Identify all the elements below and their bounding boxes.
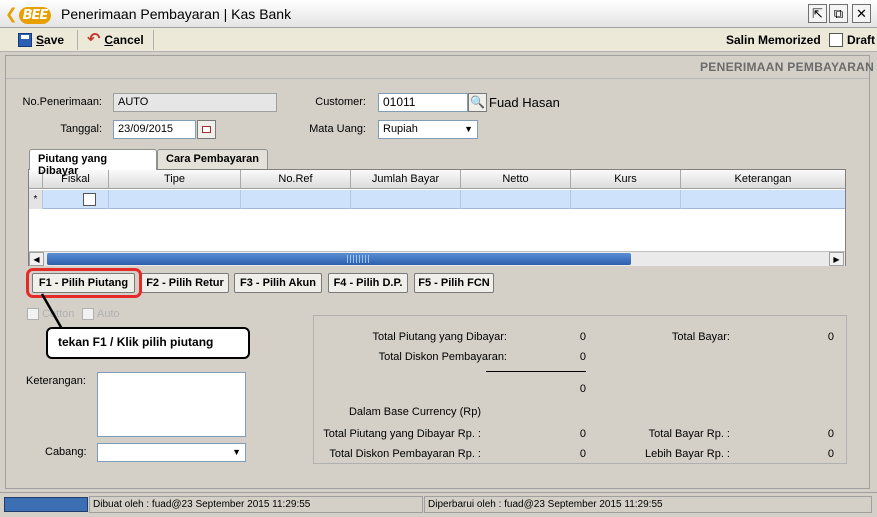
draft-label: Draft	[847, 33, 876, 47]
dibuat-oleh-status: Dibuat oleh : fuad@23 September 2015 11:…	[89, 496, 423, 513]
section-title: PENERIMAAN PEMBAYARAN	[700, 60, 875, 74]
chevron-down-icon: ▼	[232, 447, 241, 457]
subtotal-value: 0	[579, 383, 586, 395]
column-header-keterangan[interactable]: Keterangan	[681, 170, 845, 189]
floppy-disk-icon	[18, 33, 32, 47]
chevron-down-icon: ▼	[464, 124, 473, 134]
scrollbar-thumb[interactable]	[47, 253, 631, 265]
fiskal-checkbox[interactable]	[83, 193, 96, 206]
scroll-left-icon[interactable]: ◀	[29, 252, 44, 266]
cabang-select[interactable]: ▼	[97, 443, 246, 462]
save-button[interactable]: Save	[18, 31, 64, 49]
fiskal-cell[interactable]	[43, 190, 109, 209]
total-bayar-rp-value: 0	[827, 428, 834, 440]
bee-logo: ❮ BEE	[5, 5, 55, 24]
row-marker: *	[29, 190, 43, 209]
column-header-tipe[interactable]: Tipe	[109, 170, 241, 189]
pilih-akun-button[interactable]: F3 - Pilih Akun	[234, 273, 322, 293]
column-header-kurs[interactable]: Kurs	[571, 170, 681, 189]
total-bayar-value: 0	[827, 331, 834, 343]
column-header-jumlah-bayar[interactable]: Jumlah Bayar	[351, 170, 461, 189]
cancel-button[interactable]: ↶ Cancel	[87, 31, 144, 49]
pilih-dp-button[interactable]: F4 - Pilih D.P.	[328, 273, 408, 293]
lebih-bayar-rp-label: Lebih Bayar Rp. :	[645, 448, 730, 460]
total-diskon-value: 0	[579, 351, 586, 363]
window-title: Penerimaan Pembayaran | Kas Bank	[61, 6, 292, 22]
keterangan-cell[interactable]	[681, 190, 845, 209]
column-header-netto[interactable]: Netto	[461, 170, 571, 189]
draft-checkbox[interactable]: Draft	[829, 31, 875, 49]
pilih-retur-button[interactable]: F2 - Pilih Retur	[141, 273, 229, 293]
tab-cara-pembayaran[interactable]: Cara Pembayaran	[157, 149, 268, 169]
total-piutang-rp-label: Total Piutang yang Dibayar Rp. :	[323, 428, 481, 440]
status-bar: Dibuat oleh : fuad@23 September 2015 11:…	[0, 492, 877, 517]
netto-cell[interactable]	[461, 190, 571, 209]
draft-checkbox-box[interactable]	[829, 33, 843, 47]
total-piutang-label: Total Piutang yang Dibayar:	[372, 331, 507, 343]
tanggal-field[interactable]: 23/09/2015	[113, 120, 196, 139]
undo-arrow-icon: ↶	[87, 31, 101, 48]
title-bar: ❮ BEE Penerimaan Pembayaran | Kas Bank ⇱ …	[0, 0, 877, 28]
no-penerimaan-label: No.Penerimaan:	[22, 96, 103, 108]
status-indicator	[4, 497, 88, 512]
keterangan-label: Keterangan:	[26, 375, 86, 387]
horizontal-scrollbar[interactable]: ◀ ▶	[29, 251, 845, 266]
search-icon[interactable]: 🔍	[468, 93, 487, 112]
kurs-cell[interactable]	[571, 190, 681, 209]
jumlah-bayar-cell[interactable]	[351, 190, 461, 209]
salin-memorized-button[interactable]: Salin Memorized	[726, 31, 821, 49]
keterangan-textarea[interactable]	[97, 372, 246, 437]
no-ref-cell[interactable]	[241, 190, 351, 209]
mata-uang-select[interactable]: Rupiah ▼	[378, 120, 478, 139]
customer-name: Fuad Hasan	[489, 95, 560, 110]
pilih-fcn-button[interactable]: F5 - Pilih FCN	[414, 273, 494, 293]
toolbar: Save ↶ Cancel Salin Memorized Draft	[0, 28, 877, 52]
cabang-label: Cabang:	[45, 446, 87, 458]
diperbarui-oleh-status: Diperbarui oleh : fuad@23 September 2015…	[424, 496, 872, 513]
callout-annotation: tekan F1 / Klik pilih piutang	[46, 327, 250, 359]
column-header-no-ref[interactable]: No.Ref	[241, 170, 351, 189]
header-divider	[6, 78, 869, 79]
customer-label: Customer:	[315, 96, 366, 108]
toolbar-divider	[77, 30, 78, 50]
calendar-icon[interactable]	[197, 120, 216, 139]
total-diskon-rp-value: 0	[579, 448, 586, 460]
auto-checkbox[interactable]: Auto	[82, 308, 120, 320]
total-diskon-rp-label: Total Diskon Pembayaran Rp. :	[329, 448, 481, 460]
piutang-grid: Fiskal Tipe No.Ref Jumlah Bayar Netto Ku…	[28, 169, 846, 266]
table-row[interactable]: *	[29, 190, 845, 209]
no-penerimaan-field: AUTO	[113, 93, 277, 112]
close-icon[interactable]: ✕	[852, 4, 871, 23]
restore-icon[interactable]: ⇱	[808, 4, 827, 23]
total-piutang-rp-value: 0	[579, 428, 586, 440]
total-bayar-rp-label: Total Bayar Rp. :	[648, 428, 730, 440]
tipe-cell[interactable]	[109, 190, 241, 209]
total-piutang-value: 0	[579, 331, 586, 343]
toolbar-divider	[153, 30, 154, 50]
lebih-bayar-rp-value: 0	[827, 448, 834, 460]
customer-code-field[interactable]: 01011	[378, 93, 468, 112]
total-diskon-label: Total Diskon Pembayaran:	[378, 351, 507, 363]
float-window-icon[interactable]: ⧉	[829, 4, 848, 23]
tab-piutang-yang-dibayar[interactable]: Piutang yang Dibayar	[29, 149, 157, 177]
tanggal-label: Tanggal:	[60, 123, 102, 135]
mata-uang-label: Mata Uang:	[309, 123, 366, 135]
base-currency-label: Dalam Base Currency (Rp)	[348, 406, 481, 418]
scrollbar-grip	[347, 255, 371, 263]
grid-header: Fiskal Tipe No.Ref Jumlah Bayar Netto Ku…	[29, 170, 845, 189]
scroll-right-icon[interactable]: ▶	[829, 252, 844, 266]
subtotal-line	[486, 371, 586, 372]
total-bayar-label: Total Bayar:	[671, 331, 730, 343]
